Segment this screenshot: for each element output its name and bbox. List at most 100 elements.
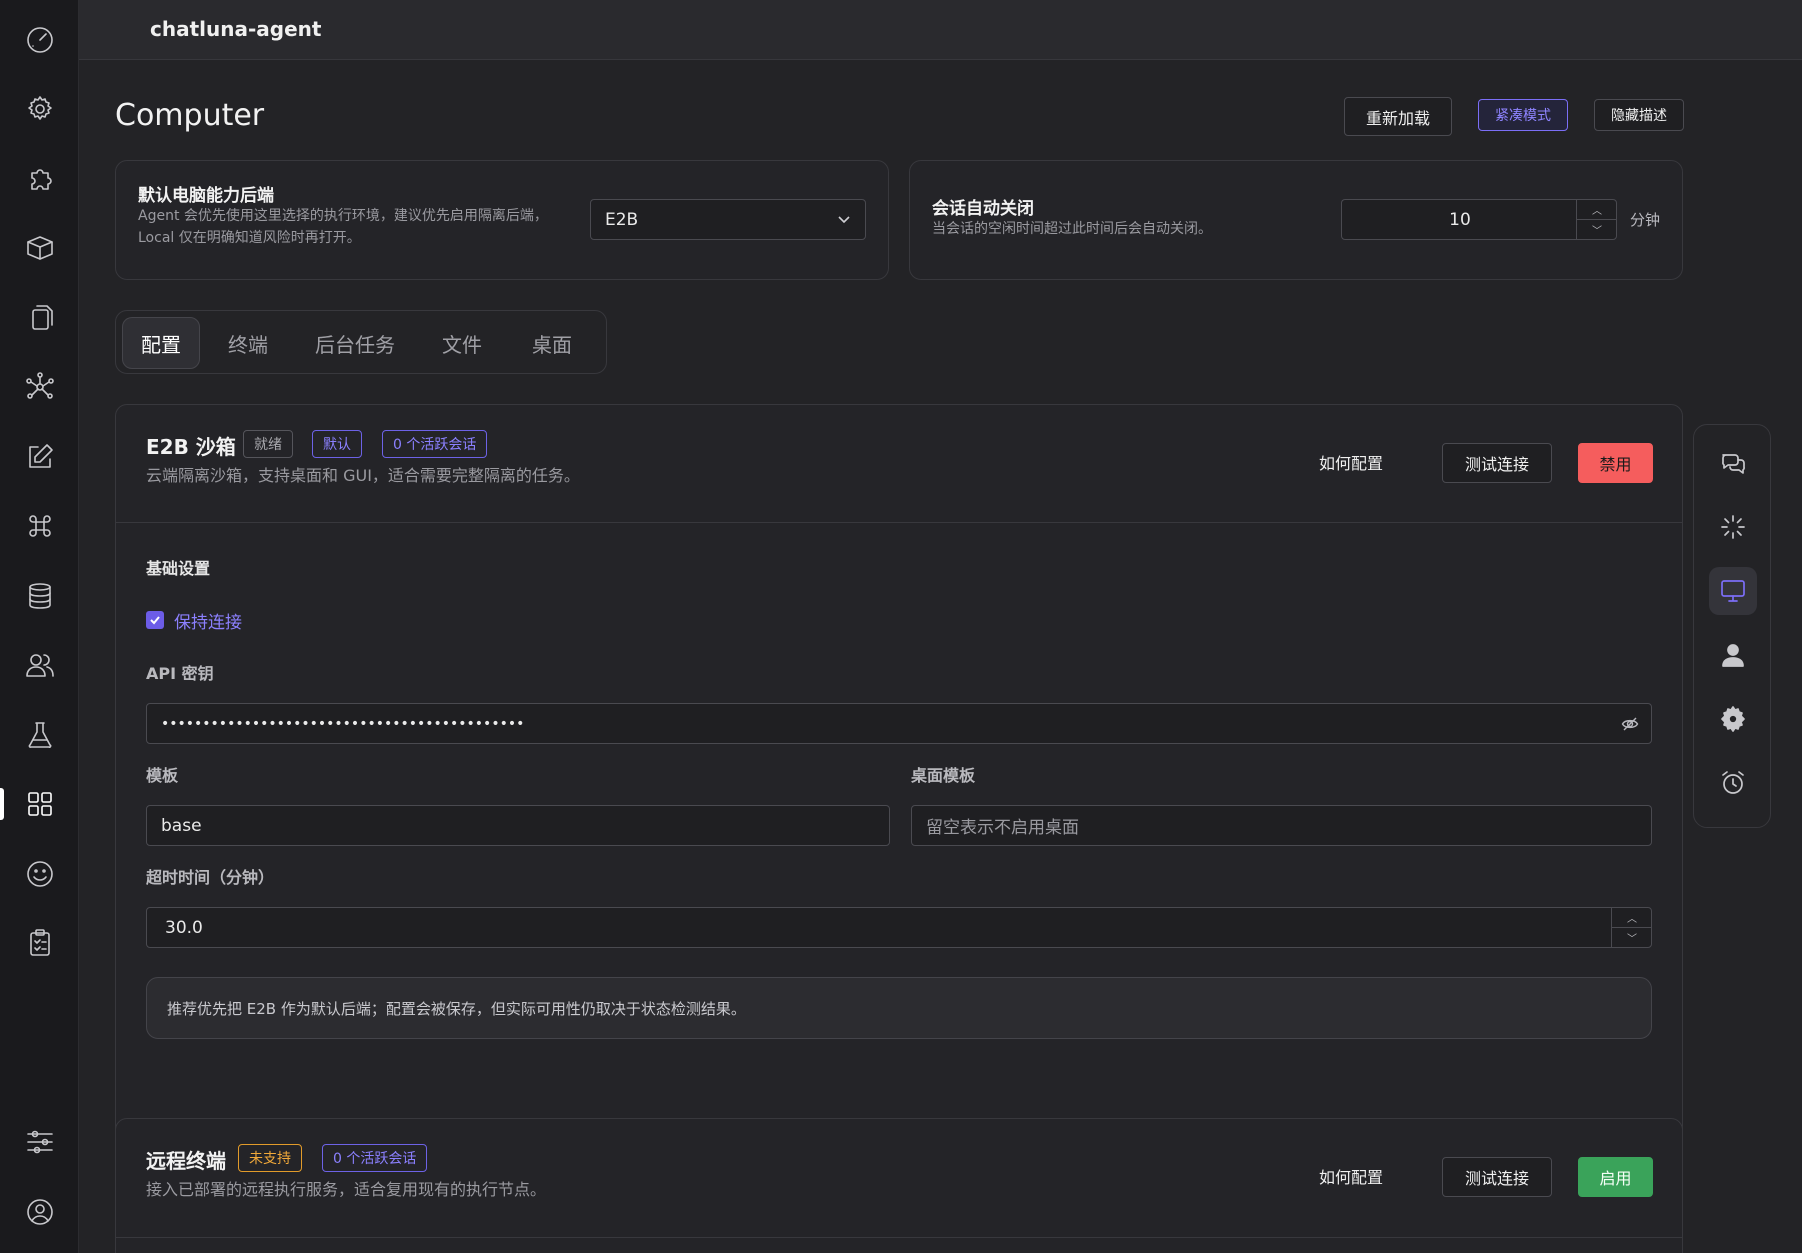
basic-settings-title: 基础设置 <box>146 559 211 578</box>
session-autoclose-card: 会话自动关闭 当会话的空闲时间超过此时间后会自动关闭。 10 ︿ ﹀ 分钟 <box>909 160 1683 280</box>
default-backend-description: Agent 会优先使用这里选择的执行环境，建议优先启用隔离后端， Local 仅… <box>138 208 548 246</box>
main-content: Computer 重新加载 紧凑模式 隐藏描述 默认电脑能力后端 Agent 会… <box>79 60 1802 1253</box>
test-connection-button[interactable]: 测试连接 <box>1442 1157 1552 1197</box>
remote-title: 远程终端 <box>146 1149 226 1173</box>
backend-select-value: E2B <box>605 209 639 230</box>
sidebar-item-account[interactable] <box>0 1188 79 1236</box>
unsupported-badge: 未支持 <box>238 1144 302 1172</box>
eye-off-icon[interactable] <box>1621 715 1639 733</box>
puzzle-icon <box>30 169 52 190</box>
page-title: Computer <box>115 98 265 133</box>
timeout-stepper[interactable]: 30.0 ︿ ﹀ <box>146 907 1652 948</box>
right-rail <box>1693 424 1771 828</box>
grid-icon <box>27 792 52 816</box>
keep-alive-label[interactable]: 保持连接 <box>174 608 242 633</box>
session-autoclose-stepper[interactable]: 10 ︿ ﹀ <box>1341 199 1617 240</box>
command-icon <box>28 515 51 537</box>
user-circle-icon <box>26 1199 53 1225</box>
rail-item-computer[interactable] <box>1709 567 1757 615</box>
sidebar-item-plugins[interactable] <box>0 155 79 203</box>
session-autoclose-value: 10 <box>1449 209 1471 230</box>
clipboard-icon <box>29 929 50 956</box>
reload-button[interactable]: 重新加载 <box>1344 97 1452 136</box>
gear-icon <box>1721 706 1745 732</box>
desktop-template-label: 桌面模板 <box>911 766 976 785</box>
rail-item-schedule[interactable] <box>1709 759 1757 807</box>
chevron-down-icon <box>838 216 850 224</box>
session-autoclose-label: 会话自动关闭 <box>932 199 1034 219</box>
sidebar-item-emoji[interactable] <box>0 850 79 898</box>
api-key-value: ••••••••••••••••••••••••••••••••••••••••… <box>161 715 525 732</box>
api-key-label: API 密钥 <box>146 664 214 683</box>
tab-desktop[interactable]: 桌面 <box>512 317 592 369</box>
sidebar-item-apps[interactable] <box>0 780 79 828</box>
tab-files[interactable]: 文件 <box>422 317 502 369</box>
template-label: 模板 <box>146 766 179 785</box>
timeout-label: 超时时间（分钟） <box>146 868 275 887</box>
api-key-input[interactable]: ••••••••••••••••••••••••••••••••••••••••… <box>146 703 1652 744</box>
top-bar: chatluna-agent <box>79 0 1802 60</box>
default-backend-card: 默认电脑能力后端 Agent 会优先使用这里选择的执行环境，建议优先启用隔离后端… <box>115 160 889 280</box>
sidebar-item-files[interactable] <box>0 294 79 342</box>
e2b-description: 云端隔离沙箱，支持桌面和 GUI，适合需要完整隔离的任务。 <box>146 466 580 485</box>
test-connection-button[interactable]: 测试连接 <box>1442 443 1552 483</box>
sidebar-item-database[interactable] <box>0 572 79 620</box>
edit-icon <box>28 444 53 468</box>
network-icon <box>25 372 54 399</box>
card-divider <box>116 1237 1682 1238</box>
decrement-button[interactable]: ﹀ <box>1577 220 1617 240</box>
compact-mode-button[interactable]: 紧凑模式 <box>1478 99 1568 131</box>
sidebar-item-commands[interactable] <box>0 502 79 550</box>
timeout-value: 30.0 <box>165 917 203 938</box>
sidebar-item-tasks[interactable] <box>0 919 79 967</box>
increment-button[interactable]: ︿ <box>1612 908 1652 928</box>
check-icon <box>150 616 160 625</box>
how-to-configure-button[interactable]: 如何配置 <box>1306 443 1396 481</box>
sidebar-item-users[interactable] <box>0 641 79 689</box>
tab-background-tasks[interactable]: 后台任务 <box>296 317 414 369</box>
smile-icon <box>26 861 53 887</box>
left-sidebar <box>0 0 79 1253</box>
sidebar-item-editor[interactable] <box>0 433 79 481</box>
how-to-configure-button[interactable]: 如何配置 <box>1306 1157 1396 1195</box>
template-input[interactable]: base <box>146 805 890 846</box>
monitor-icon <box>1721 580 1745 602</box>
sidebar-item-preferences[interactable] <box>0 1118 79 1166</box>
stepper-buttons: ︿ ﹀ <box>1576 200 1617 240</box>
rail-item-profile[interactable] <box>1709 631 1757 679</box>
active-sessions-badge: 0 个活跃会话 <box>322 1144 428 1172</box>
keep-alive-checkbox[interactable] <box>146 611 164 629</box>
gear-icon <box>27 96 52 120</box>
tab-bar: 配置 终端 后台任务 文件 桌面 <box>115 310 607 374</box>
flask-icon <box>28 722 51 748</box>
desktop-template-input[interactable]: 留空表示不启用桌面 <box>911 805 1652 846</box>
chat-bubbles-icon <box>1722 454 1745 474</box>
sidebar-item-graph[interactable] <box>0 363 79 411</box>
database-icon <box>28 583 51 609</box>
default-badge: 默认 <box>312 430 362 458</box>
rail-item-settings[interactable] <box>1709 695 1757 743</box>
gauge-icon <box>26 27 53 53</box>
remote-terminal-card: 远程终端 未支持 0 个活跃会话 接入已部署的远程执行服务，适合复用现有的执行节… <box>115 1118 1683 1253</box>
increment-button[interactable]: ︿ <box>1577 200 1617 220</box>
sidebar-item-market[interactable] <box>0 224 79 272</box>
tab-config[interactable]: 配置 <box>122 317 200 369</box>
hide-description-button[interactable]: 隐藏描述 <box>1594 99 1684 131</box>
rail-item-loading[interactable] <box>1709 503 1757 551</box>
default-backend-label: 默认电脑能力后端 <box>138 186 274 206</box>
sidebar-item-settings[interactable] <box>0 85 79 133</box>
copy-icon <box>31 305 53 330</box>
spinner-icon <box>1721 515 1745 539</box>
decrement-button[interactable]: ﹀ <box>1612 928 1652 948</box>
rail-item-chat[interactable] <box>1709 439 1757 487</box>
status-badge: 就绪 <box>243 430 293 458</box>
sidebar-item-lab[interactable] <box>0 711 79 759</box>
e2b-title: E2B 沙箱 <box>146 435 236 459</box>
backend-select[interactable]: E2B <box>590 199 866 240</box>
tab-terminal[interactable]: 终端 <box>208 317 288 369</box>
sidebar-item-dashboard[interactable] <box>0 16 79 64</box>
disable-button[interactable]: 禁用 <box>1578 443 1653 483</box>
active-sessions-badge: 0 个活跃会话 <box>382 430 488 458</box>
enable-button[interactable]: 启用 <box>1578 1157 1653 1197</box>
users-icon <box>25 654 54 677</box>
